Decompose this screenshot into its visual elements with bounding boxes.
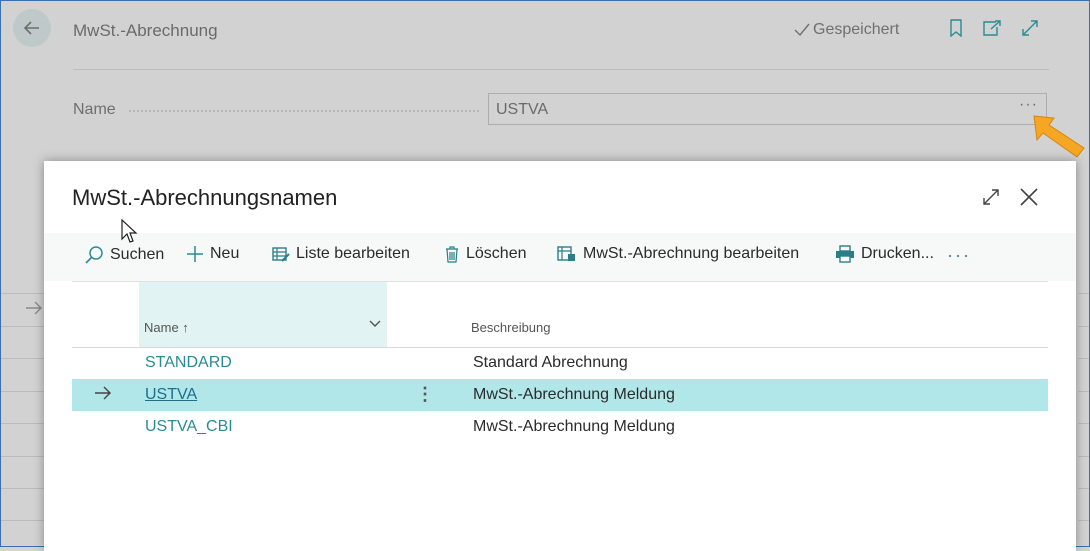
name-column-highlight — [139, 282, 387, 347]
page-title: MwSt.-Abrechnung — [73, 21, 218, 40]
name-field[interactable]: USTVA ··· — [488, 93, 1047, 125]
row-name-link[interactable]: USTVA_CBI — [145, 418, 233, 436]
table-row[interactable]: USTVA_CBI MwSt.-Abrechnung Meldung — [72, 411, 1048, 443]
background-divider — [1, 520, 45, 521]
edit-list-icon — [272, 247, 290, 262]
background-divider — [1078, 423, 1089, 424]
chevron-down-icon[interactable] — [368, 319, 382, 329]
row-description: MwSt.-Abrechnung Meldung — [473, 418, 675, 435]
bookmark-icon — [950, 19, 962, 37]
row-context-menu-button[interactable]: ⋮ — [416, 384, 434, 405]
edit-document-icon — [557, 246, 575, 261]
column-header-description[interactable]: Beschreibung — [471, 320, 551, 335]
table-row[interactable]: STANDARD Standard Abrechnung — [72, 347, 1048, 379]
plus-icon — [187, 246, 203, 262]
header-divider — [73, 69, 1049, 70]
close-icon[interactable] — [1018, 186, 1040, 208]
back-arrow-icon — [23, 21, 39, 35]
saved-status-label: Gespeichert — [813, 21, 900, 38]
new-button-label: Neu — [210, 245, 240, 262]
background-divider — [1, 488, 45, 489]
mouse-cursor-icon — [121, 219, 138, 243]
background-divider — [1078, 488, 1089, 489]
expand-page-button[interactable] — [1019, 17, 1041, 39]
background-divider — [1, 456, 45, 457]
new-button[interactable]: Neu — [186, 245, 239, 263]
more-actions-button[interactable]: ··· — [947, 245, 971, 266]
row-name-link[interactable]: STANDARD — [145, 354, 232, 372]
dialog-title: MwSt.-Abrechnungsnamen — [72, 185, 338, 210]
delete-button[interactable]: Löschen — [444, 245, 527, 263]
print-button-label: Drucken... — [861, 245, 934, 262]
bookmark-button[interactable] — [945, 17, 967, 39]
background-divider — [1078, 391, 1089, 392]
column-header-name[interactable]: Name ↑ — [144, 320, 189, 335]
expand-icon[interactable] — [981, 187, 1001, 207]
trash-icon — [446, 246, 458, 263]
background-divider — [1, 293, 45, 294]
edit-list-button-label: Liste bearbeiten — [296, 245, 410, 262]
expand-icon — [1022, 20, 1038, 36]
background-divider — [1, 423, 45, 424]
edit-vat-statement-button[interactable]: MwSt.-Abrechnung bearbeiten — [557, 245, 799, 263]
search-button-label: Suchen — [110, 246, 165, 263]
edit-vat-statement-label: MwSt.-Abrechnung bearbeiten — [583, 245, 800, 262]
search-icon — [85, 246, 103, 264]
search-button[interactable]: Suchen — [84, 245, 164, 265]
checkmark-icon — [794, 23, 810, 37]
row-description: MwSt.-Abrechnung Meldung — [473, 386, 675, 403]
background-divider — [1078, 326, 1089, 327]
background-row-arrow-icon — [25, 301, 43, 320]
field-leader-dots — [129, 110, 479, 112]
background-divider — [1078, 456, 1089, 457]
row-description: Standard Abrechnung — [473, 354, 628, 371]
delete-button-label: Löschen — [466, 245, 527, 262]
name-field-label: Name — [73, 101, 116, 118]
row-indicator-arrow-icon — [95, 386, 111, 400]
back-button[interactable] — [13, 9, 51, 47]
print-button[interactable]: Drucken... — [835, 245, 934, 263]
background-divider — [1078, 293, 1089, 294]
edit-list-button[interactable]: Liste bearbeiten — [272, 245, 410, 263]
table-row-selected[interactable]: USTVA ⋮ MwSt.-Abrechnung Meldung — [72, 379, 1048, 411]
open-new-window-icon — [983, 20, 1001, 36]
background-divider — [1, 391, 45, 392]
background-divider — [1, 358, 45, 359]
orange-pointer-arrow-icon — [1033, 115, 1085, 158]
background-divider — [1078, 520, 1089, 521]
background-divider — [1, 326, 45, 327]
row-name-link[interactable]: USTVA — [145, 386, 197, 404]
name-field-value: USTVA — [496, 101, 549, 118]
saved-status: Gespeichert — [793, 21, 899, 39]
open-new-window-button[interactable] — [981, 17, 1003, 39]
lookup-dialog: MwSt.-Abrechnungsnamen Suchen Neu Liste … — [44, 161, 1076, 551]
printer-icon — [836, 245, 854, 263]
background-divider — [1078, 358, 1089, 359]
